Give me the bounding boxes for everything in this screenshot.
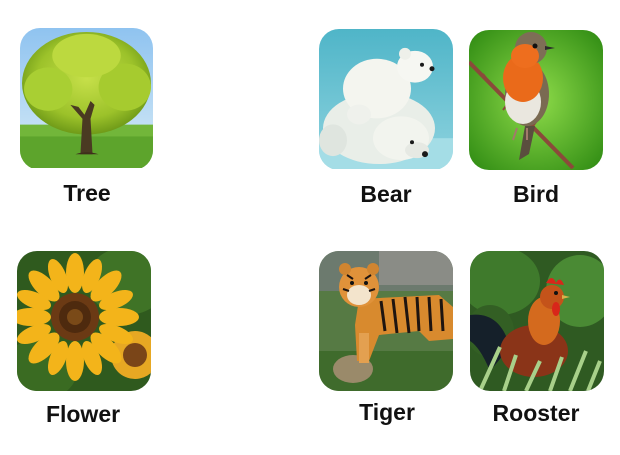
tree-image[interactable] xyxy=(20,28,153,170)
card-label-tree: Tree xyxy=(63,180,111,206)
robin-image[interactable] xyxy=(469,30,603,170)
card-label-rooster: Rooster xyxy=(492,400,580,426)
card-label-bear: Bear xyxy=(360,181,412,207)
tiger-image[interactable] xyxy=(319,251,453,391)
card-label-tiger: Tiger xyxy=(359,399,415,425)
card-label-bird: Bird xyxy=(513,181,559,207)
rooster-image[interactable] xyxy=(470,251,604,391)
sunflower-image[interactable] xyxy=(17,251,151,391)
card-label-flower: Flower xyxy=(45,401,121,427)
polar-bear-image[interactable] xyxy=(319,29,453,170)
